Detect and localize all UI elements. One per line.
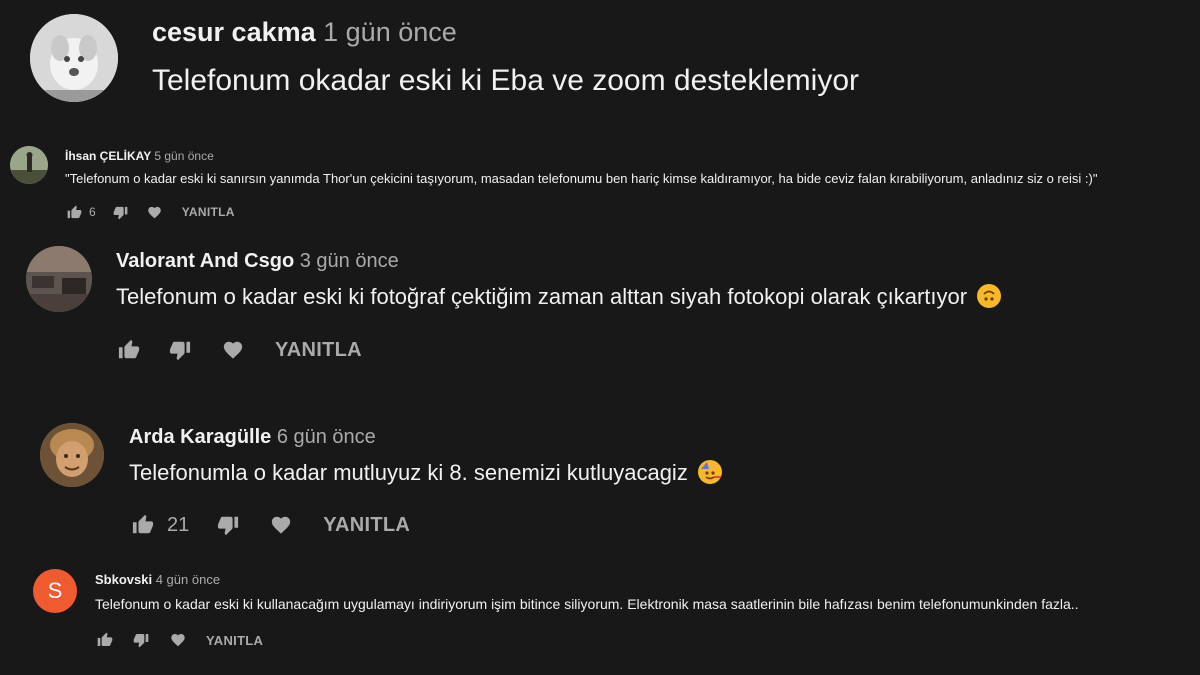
comment-text: Telefonum o kadar eski ki fotoğraf çekti… [116, 284, 968, 309]
comment-text: Telefonum okadar eski ki Eba ve zoom des… [152, 64, 859, 97]
avatar[interactable]: S [33, 569, 77, 613]
photo-avatar-image [10, 146, 48, 184]
reply-button[interactable]: YANITLA [206, 633, 263, 648]
author-name[interactable]: İhsan ÇELİKAY [65, 149, 151, 163]
thumbs-up-icon [97, 632, 112, 646]
comment-time[interactable]: 3 gün önce [300, 250, 399, 272]
dog-avatar-image [30, 14, 118, 102]
like-button[interactable] [96, 632, 113, 649]
comment-text-line: Telefonum o kadar eski ki fotoğraf çekti… [116, 284, 1002, 310]
comment-text: Telefonumla o kadar mutluyuz ki 8. senem… [129, 460, 688, 485]
thumbs-up-icon [118, 339, 140, 359]
partying-face-icon [700, 462, 721, 480]
author-name[interactable]: Sbkovski [95, 572, 152, 587]
like-count: 6 [89, 205, 96, 219]
avatar-letter: S [47, 578, 63, 603]
reply-button[interactable]: YANITLA [275, 339, 362, 362]
like-button[interactable] [117, 338, 141, 362]
avatar[interactable] [10, 146, 48, 184]
thumbs-down-icon [169, 341, 191, 361]
author-name[interactable]: cesur cakma [152, 17, 316, 47]
author-line: Sbkovski 4 gün önce [95, 572, 220, 587]
heart-icon [223, 341, 243, 359]
dislike-button[interactable] [168, 338, 192, 362]
thumbs-down-icon [218, 516, 239, 536]
author-line: Arda Karagülle 6 gün önce [129, 426, 376, 449]
thumbs-down-icon [113, 206, 128, 219]
comment-time[interactable]: 6 gün önce [277, 426, 376, 448]
heart-icon [272, 516, 291, 534]
dislike-button[interactable] [132, 632, 149, 649]
reply-button[interactable]: YANITLA [323, 514, 410, 537]
avatar[interactable] [40, 423, 104, 487]
author-name[interactable]: Valorant And Csgo [116, 250, 294, 272]
person-avatar-image [40, 423, 104, 487]
comment-actions: 6 YANITLA [66, 202, 235, 222]
thumbs-up-icon [132, 514, 154, 534]
like-count: 21 [167, 513, 190, 536]
comment-text: Telefonum o kadar eski ki kullanacağım u… [95, 596, 1079, 612]
author-line: İhsan ÇELİKAY 5 gün önce [65, 149, 214, 163]
upside-down-face-icon [983, 290, 995, 301]
heart-button[interactable] [147, 204, 163, 220]
dislike-button[interactable] [216, 513, 240, 537]
avatar[interactable] [30, 14, 118, 102]
comment-actions: YANITLA [117, 338, 362, 362]
author-name[interactable]: Arda Karagülle [129, 426, 271, 448]
upside-down-face-emoji [977, 284, 1002, 309]
heart-button[interactable] [169, 632, 186, 649]
heart-icon [148, 206, 161, 218]
comment-actions: YANITLA [96, 630, 263, 650]
author-line: Valorant And Csgo 3 gün önce [116, 250, 399, 273]
avatar[interactable] [26, 246, 92, 312]
comment-time[interactable]: 4 gün önce [156, 572, 220, 587]
comment-text-line: Telefonumla o kadar mutluyuz ki 8. senem… [129, 460, 722, 486]
partying-face-emoji [697, 460, 722, 485]
comment-time[interactable]: 1 gün önce [323, 17, 457, 47]
thumbs-up-icon [67, 205, 81, 218]
heart-button[interactable] [221, 338, 245, 362]
dislike-button[interactable] [113, 204, 129, 220]
like-button[interactable] [66, 204, 82, 220]
heart-icon [170, 634, 185, 647]
game-avatar-image [26, 246, 92, 312]
like-button[interactable] [131, 513, 155, 537]
comment-time[interactable]: 5 gün önce [154, 149, 213, 163]
comment-actions: 21 YANITLA [131, 513, 410, 537]
comment-text: "Telefonum o kadar eski ki sanırsın yanı… [65, 171, 1098, 186]
thumbs-down-icon [133, 634, 148, 648]
heart-button[interactable] [269, 513, 293, 537]
author-line: cesur cakma 1 gün önce [152, 17, 457, 48]
reply-button[interactable]: YANITLA [182, 205, 235, 219]
